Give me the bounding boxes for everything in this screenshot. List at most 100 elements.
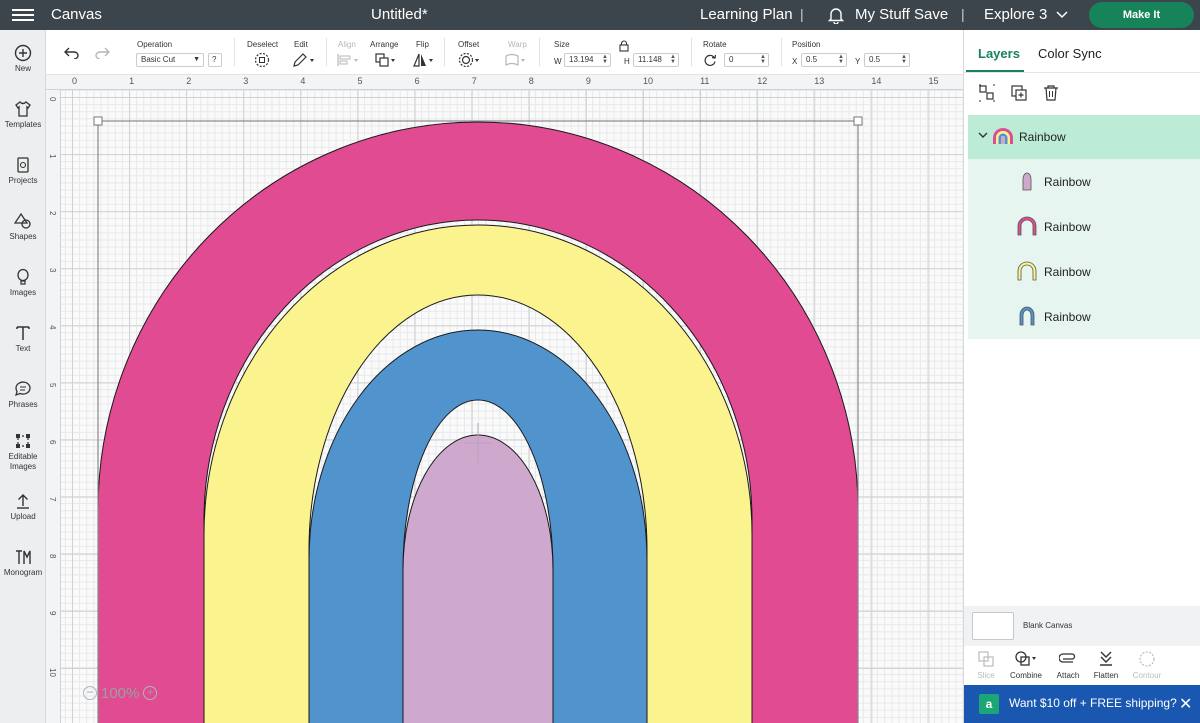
ruler-tick-label: 6 [414,76,420,86]
flip-icon[interactable] [412,52,436,68]
duplicate-icon[interactable] [1010,84,1028,102]
ruler-tick-label: 4 [48,325,57,330]
yellow-arch-icon [1017,261,1037,281]
deselect-label: Deselect [247,40,279,49]
tab-layers[interactable]: Layers [978,46,1020,61]
toolbar-divider [234,38,235,66]
position-y-input[interactable]: 0.5 ▲ ▼ [864,53,910,67]
chevron-down-icon[interactable] [978,132,988,140]
ruler-tick-label: 12 [757,76,768,86]
layer-item[interactable]: Rainbow [968,159,1200,204]
promo-banner[interactable]: a Want $10 off + FREE shipping? ✕ [964,685,1200,723]
selection-handle[interactable] [853,116,863,126]
sidebar-item-label: Images [9,462,37,471]
learning-plan-link[interactable]: Learning Plan [700,6,793,23]
offset-label: Offset [458,40,480,49]
height-value: 11.148 [638,55,662,64]
flatten-label: Flatten [1093,671,1119,680]
lilac-drop[interactable] [402,434,554,723]
warp-label: Warp [508,40,527,49]
flatten-icon [1100,651,1112,666]
undo-icon[interactable] [64,47,80,59]
attach-button[interactable]: Attach [1048,650,1088,680]
sidebar-item-new[interactable]: New [0,44,46,74]
combine-button[interactable]: Combine [1006,650,1046,680]
zoom-level: 100% [101,684,140,702]
sidebar-item-label: Projects [8,176,38,185]
shirt-icon [15,101,31,117]
height-input[interactable]: 11.148 ▲ ▼ [633,53,679,67]
ruler-tick-label: 2 [48,211,57,216]
ruler-tick-label: 5 [48,382,57,387]
lilac-drop-icon [1022,172,1032,191]
sidebar-item-templates[interactable]: Templates [0,100,46,130]
width-label: W [554,57,562,66]
menu-icon[interactable] [12,6,34,24]
save-button[interactable]: Save [914,6,948,23]
tab-color-sync[interactable]: Color Sync [1038,46,1102,61]
blank-canvas-swatch[interactable] [972,612,1014,640]
ruler-tick-label: 3 [243,76,249,86]
rainbow-artwork[interactable] [61,90,963,723]
slice-button[interactable]: Slice [966,650,1006,680]
redo-icon[interactable] [94,47,110,59]
machine-select[interactable]: Explore 3 [984,6,1068,23]
sidebar-item-editable-images[interactable]: Editable Images [0,432,46,472]
ruler-tick-label: 11 [700,76,710,86]
rotate-input[interactable]: 0 ▲ ▼ [724,53,769,67]
layer-item[interactable]: Rainbow [968,204,1200,249]
trash-icon[interactable] [1042,84,1060,102]
close-icon[interactable]: ✕ [1179,694,1192,714]
projects-icon [17,157,29,173]
my-stuff-link[interactable]: My Stuff [855,6,910,23]
ruler-tick-label: 0 [48,97,57,102]
layer-item[interactable]: Rainbow [968,249,1200,294]
sidebar-item-images[interactable]: Images [0,268,46,298]
sidebar-item-shapes[interactable]: Shapes [0,212,46,242]
ruler-tick-label: 7 [471,76,477,86]
operation-value: Basic Cut [141,55,176,64]
zoom-out-button[interactable]: − [83,686,97,700]
selection-handle[interactable] [93,116,103,126]
group-icon[interactable] [978,84,996,102]
zoom-in-button[interactable]: + [143,686,158,700]
width-input[interactable]: 13.194 ▲ ▼ [564,53,611,67]
edit-pen-icon[interactable] [292,52,316,68]
make-it-button[interactable]: Make It [1089,2,1194,28]
sidebar-item-label: Phrases [8,400,38,409]
pink-arch-icon [1017,216,1037,236]
document-title[interactable]: Untitled* [371,6,428,23]
toolbar-divider [539,38,540,66]
arrange-icon[interactable] [374,52,398,68]
layer-group-rainbow[interactable]: Rainbow [968,115,1200,159]
app-title: Canvas [51,6,102,23]
balloon-icon [17,268,29,285]
operation-select[interactable]: Basic Cut ▼ [136,53,204,67]
blue-arch-icon [1019,306,1035,326]
lock-icon[interactable] [619,40,629,52]
contour-button[interactable]: Contour [1127,650,1167,680]
ruler-tick-label: 15 [928,76,939,86]
deselect-icon[interactable] [254,52,270,68]
size-label: Size [554,40,570,49]
layer-item[interactable]: Rainbow [968,294,1200,339]
position-x-input[interactable]: 0.5 ▲ ▼ [801,53,847,67]
sidebar-item-label: Editable [8,452,38,461]
arrange-label: Arrange [370,40,399,49]
sidebar-item-monogram[interactable]: Monogram [0,548,46,578]
bell-icon[interactable] [828,7,844,24]
align-icon[interactable] [336,52,360,68]
blank-canvas-row[interactable]: Blank Canvas [964,606,1200,646]
upload-icon [17,494,29,509]
flatten-button[interactable]: Flatten [1086,650,1126,680]
sidebar-item-text[interactable]: Text [0,324,46,354]
rotate-icon[interactable] [703,53,717,67]
sidebar-item-projects[interactable]: Projects [0,156,46,186]
warp-icon[interactable] [504,52,528,68]
design-canvas[interactable]: − 100% + [61,90,963,723]
sidebar-item-phrases[interactable]: Phrases [0,380,46,410]
offset-icon[interactable] [458,52,482,68]
sidebar-item-upload[interactable]: Upload [0,492,46,522]
ruler-top: 0 1 2 3 4 5 6 7 8 9 10 11 12 13 14 15 [46,75,963,90]
help-button[interactable]: ? [208,53,222,67]
